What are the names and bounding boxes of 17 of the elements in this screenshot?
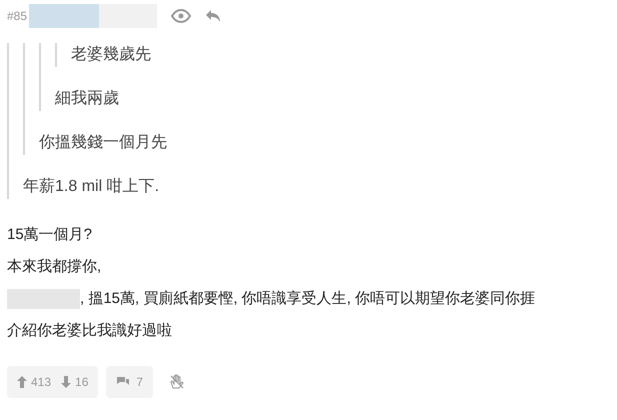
eye-icon[interactable] [171,9,192,23]
arrow-up-icon [17,376,27,388]
post-text: , 搵15萬, 買廁紙都要慳, 你唔識享受人生, 你唔可以期望你老婆同你捱 [80,288,536,309]
reply-icon[interactable] [205,9,222,23]
downvote-button[interactable]: 16 [61,373,88,391]
hand-icon[interactable] [169,374,186,390]
quote-text: 老婆幾歲先 [71,44,152,65]
quote-text: 你搵幾錢一個月先 [39,132,168,153]
post-text: 介紹你老婆比我識好過啦 [7,320,172,341]
quote-text: 年薪1.8 mil 咁上下. [23,176,160,197]
post-text: 本來我都撐你, [7,256,102,277]
post-text: 15萬一個月? [7,224,92,245]
upvote-button[interactable]: 413 [17,373,52,391]
comments-button[interactable]: 7 [106,366,154,398]
post-number: #85 [7,8,28,25]
quote-text: 細我兩歲 [55,88,120,109]
arrow-down-icon [61,376,72,388]
